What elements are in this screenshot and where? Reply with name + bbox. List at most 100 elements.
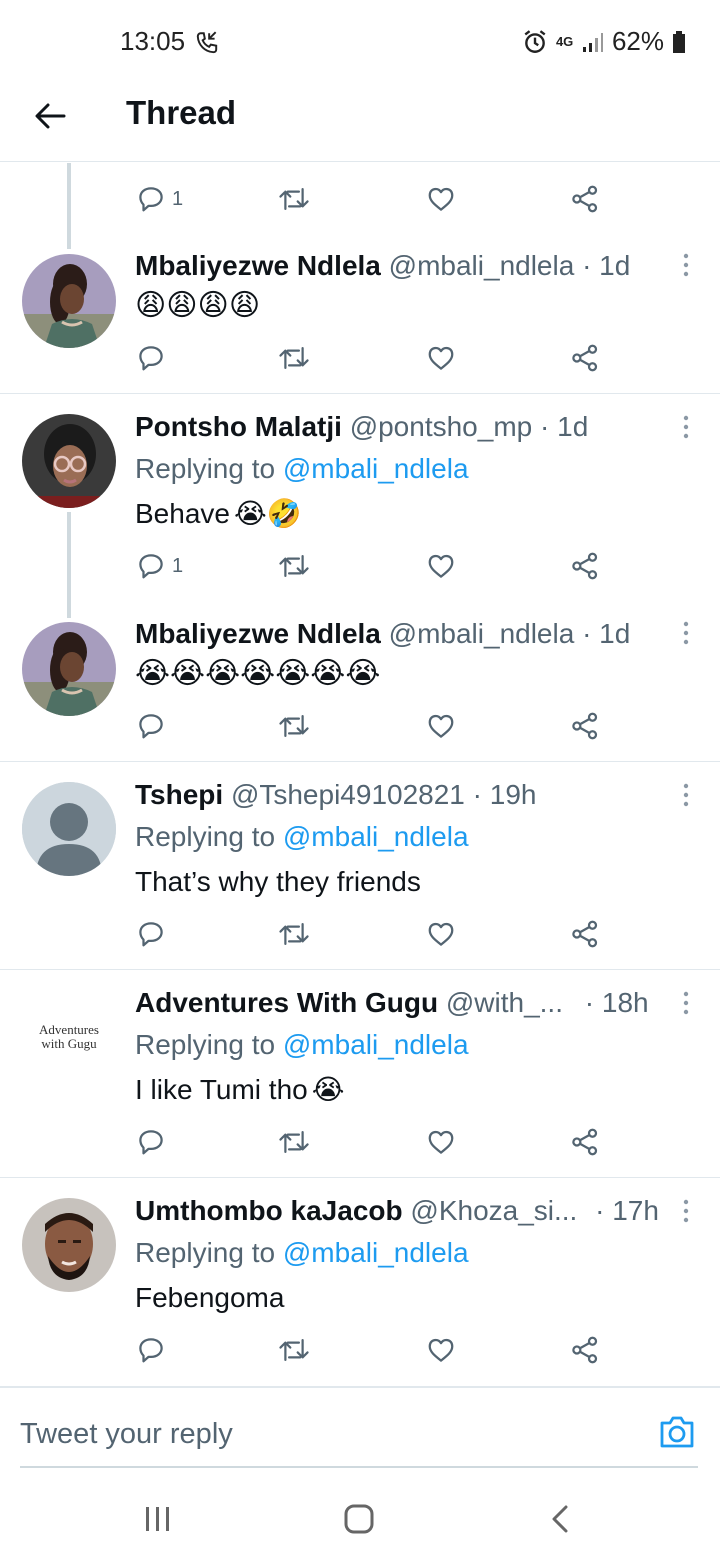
- replying-to: Replying to @mbali_ndlela: [135, 452, 469, 486]
- like-button[interactable]: [426, 706, 456, 746]
- tweet-header: Umthombo kaJacob @Khoza_si... · 17h: [135, 1194, 659, 1228]
- mention-link[interactable]: @mbali_ndlela: [283, 821, 469, 852]
- battery-percent: 62%: [611, 26, 664, 56]
- share-button[interactable]: [570, 546, 600, 586]
- replying-to-label: Replying to: [135, 1237, 276, 1268]
- like-icon: [428, 346, 454, 370]
- logo-avatar[interactable]: Adventures with Gugu: [22, 990, 116, 1084]
- more-icon: [683, 415, 689, 439]
- reply-button[interactable]: [136, 338, 166, 378]
- username[interactable]: @Khoza_si...: [410, 1195, 577, 1226]
- share-button[interactable]: [570, 1122, 600, 1162]
- display-name[interactable]: Mbaliyezwe Ndlela: [135, 618, 381, 649]
- reply-button[interactable]: [136, 1122, 166, 1162]
- avatar[interactable]: [22, 622, 116, 716]
- retweet-button[interactable]: [278, 179, 310, 219]
- reply-input[interactable]: [20, 1414, 620, 1454]
- username[interactable]: @with_...: [446, 987, 563, 1018]
- share-button[interactable]: [570, 914, 600, 954]
- default-avatar[interactable]: [22, 782, 116, 876]
- reply-icon: [139, 922, 163, 947]
- nav-back-icon[interactable]: [550, 1504, 570, 1534]
- more-icon: [683, 1199, 689, 1223]
- like-button[interactable]: [426, 546, 456, 586]
- share-button[interactable]: [570, 706, 600, 746]
- app-header: Thread: [0, 80, 720, 162]
- back-arrow-icon: [35, 103, 66, 129]
- camera-button[interactable]: [658, 1414, 696, 1450]
- tweet-header: Adventures With Gugu @with_... · 18h: [135, 986, 649, 1020]
- tweet-text: 😭😭😭😭😭😭😭: [135, 657, 381, 690]
- retweet-button[interactable]: [278, 338, 310, 378]
- like-icon: [428, 1338, 454, 1362]
- share-button[interactable]: [570, 338, 600, 378]
- display-name[interactable]: Adventures With Gugu: [135, 987, 438, 1018]
- share-icon: [572, 344, 598, 372]
- reply-button[interactable]: [136, 914, 166, 954]
- recents-icon[interactable]: [143, 1505, 173, 1533]
- like-button[interactable]: [426, 1330, 456, 1370]
- display-name[interactable]: Pontsho Malatji: [135, 411, 342, 442]
- back-button[interactable]: [28, 94, 72, 138]
- tweet[interactable]: Umthombo kaJacob @Khoza_si... · 17h Repl…: [0, 1192, 720, 1384]
- tweet[interactable]: Mbaliyezwe Ndlela @mbali_ndlela · 1d 😩😩😩…: [0, 246, 720, 392]
- more-button[interactable]: [674, 252, 698, 286]
- retweet-button[interactable]: [278, 1122, 310, 1162]
- reply-button[interactable]: 1: [136, 546, 183, 586]
- reply-icon: [139, 714, 163, 739]
- tweet[interactable]: Mbaliyezwe Ndlela @mbali_ndlela · 1d 😭😭😭…: [0, 614, 720, 760]
- display-name[interactable]: Tshepi: [135, 779, 223, 810]
- display-name[interactable]: Umthombo kaJacob: [135, 1195, 403, 1226]
- network-type: 4G: [555, 33, 574, 49]
- avatar[interactable]: [22, 1198, 116, 1292]
- username[interactable]: @pontsho_mp: [350, 411, 533, 442]
- username[interactable]: @mbali_ndlela: [389, 618, 575, 649]
- signal-icon: [582, 32, 603, 52]
- alarm-icon: [524, 29, 546, 53]
- avatar[interactable]: [22, 414, 116, 508]
- tweet[interactable]: Adventures with Gugu Adventures With Gug…: [0, 984, 720, 1176]
- share-button[interactable]: [570, 179, 600, 219]
- home-icon[interactable]: [343, 1503, 375, 1535]
- more-button[interactable]: [674, 620, 698, 654]
- retweet-icon: [279, 923, 309, 945]
- avatar[interactable]: [22, 254, 116, 348]
- retweet-button[interactable]: [278, 706, 310, 746]
- like-icon: [428, 554, 454, 578]
- reply-button[interactable]: [136, 706, 166, 746]
- reply-button[interactable]: [136, 1330, 166, 1370]
- retweet-button[interactable]: [278, 546, 310, 586]
- replying-to-label: Replying to: [135, 453, 276, 484]
- retweet-button[interactable]: [278, 1330, 310, 1370]
- more-button[interactable]: [674, 990, 698, 1024]
- share-button[interactable]: [570, 1330, 600, 1370]
- tweet[interactable]: Pontsho Malatji @pontsho_mp · 1d Replyin…: [0, 408, 720, 598]
- retweet-button[interactable]: [278, 914, 310, 954]
- retweet-icon: [279, 555, 309, 577]
- reply-button[interactable]: 1: [136, 179, 183, 219]
- mention-link[interactable]: @mbali_ndlela: [283, 453, 469, 484]
- tweet-actions: [130, 1330, 610, 1370]
- tweet[interactable]: Tshepi @Tshepi49102821 · 19h Replying to…: [0, 776, 720, 968]
- more-button[interactable]: [674, 782, 698, 816]
- more-button[interactable]: [674, 1198, 698, 1232]
- mention-link[interactable]: @mbali_ndlela: [283, 1237, 469, 1268]
- like-button[interactable]: [426, 179, 456, 219]
- username[interactable]: @Tshepi49102821: [231, 779, 465, 810]
- like-button[interactable]: [426, 914, 456, 954]
- more-button[interactable]: [674, 414, 698, 448]
- tweet-actions: [130, 1122, 610, 1162]
- like-icon: [428, 187, 454, 211]
- timestamp: · 1d: [582, 618, 631, 649]
- username[interactable]: @mbali_ndlela: [389, 250, 575, 281]
- divider: [0, 393, 720, 394]
- like-button[interactable]: [426, 338, 456, 378]
- display-name[interactable]: Mbaliyezwe Ndlela: [135, 250, 381, 281]
- mention-link[interactable]: @mbali_ndlela: [283, 1029, 469, 1060]
- system-nav-bar: [0, 1470, 720, 1560]
- like-button[interactable]: [426, 1122, 456, 1162]
- avatar-logo-text: with Gugu: [41, 1036, 97, 1051]
- tweet-actions: [130, 706, 610, 746]
- like-icon: [428, 1130, 454, 1154]
- share-icon: [572, 552, 598, 580]
